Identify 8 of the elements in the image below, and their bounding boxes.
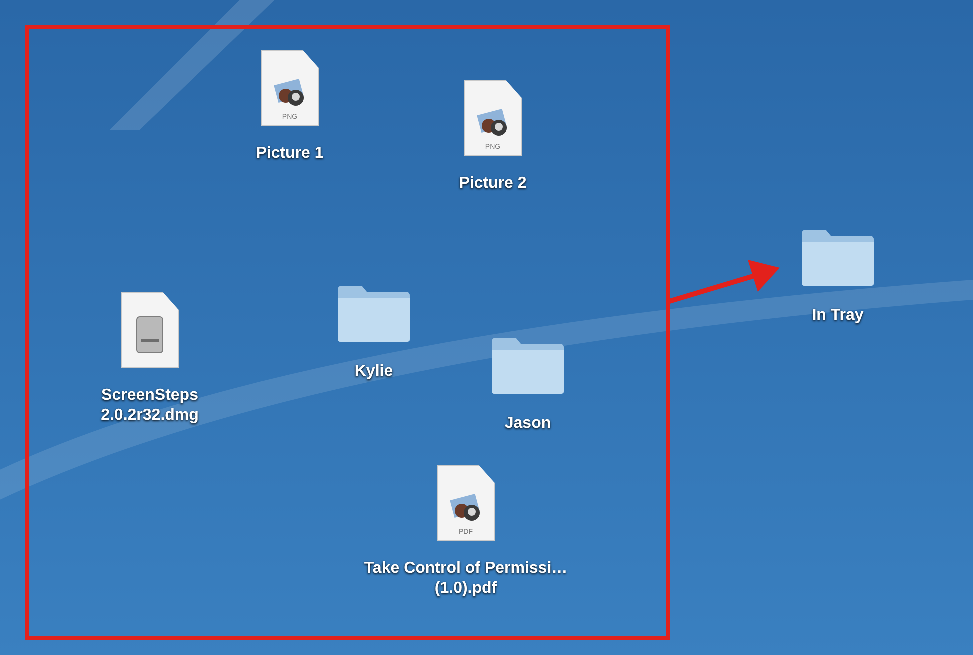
file-name: Kylie xyxy=(354,362,394,382)
file-name: In Tray xyxy=(812,306,864,326)
file-name: Picture 1 xyxy=(256,144,324,164)
file-name: Picture 2 xyxy=(459,174,527,194)
file-name: ScreenSteps 2.0.2r32.dmg xyxy=(100,386,200,426)
file-name: Take Control of Permissi… (1.0).pdf xyxy=(363,559,569,599)
file-name: Jason xyxy=(504,414,552,434)
disk-drive-icon xyxy=(135,315,165,355)
